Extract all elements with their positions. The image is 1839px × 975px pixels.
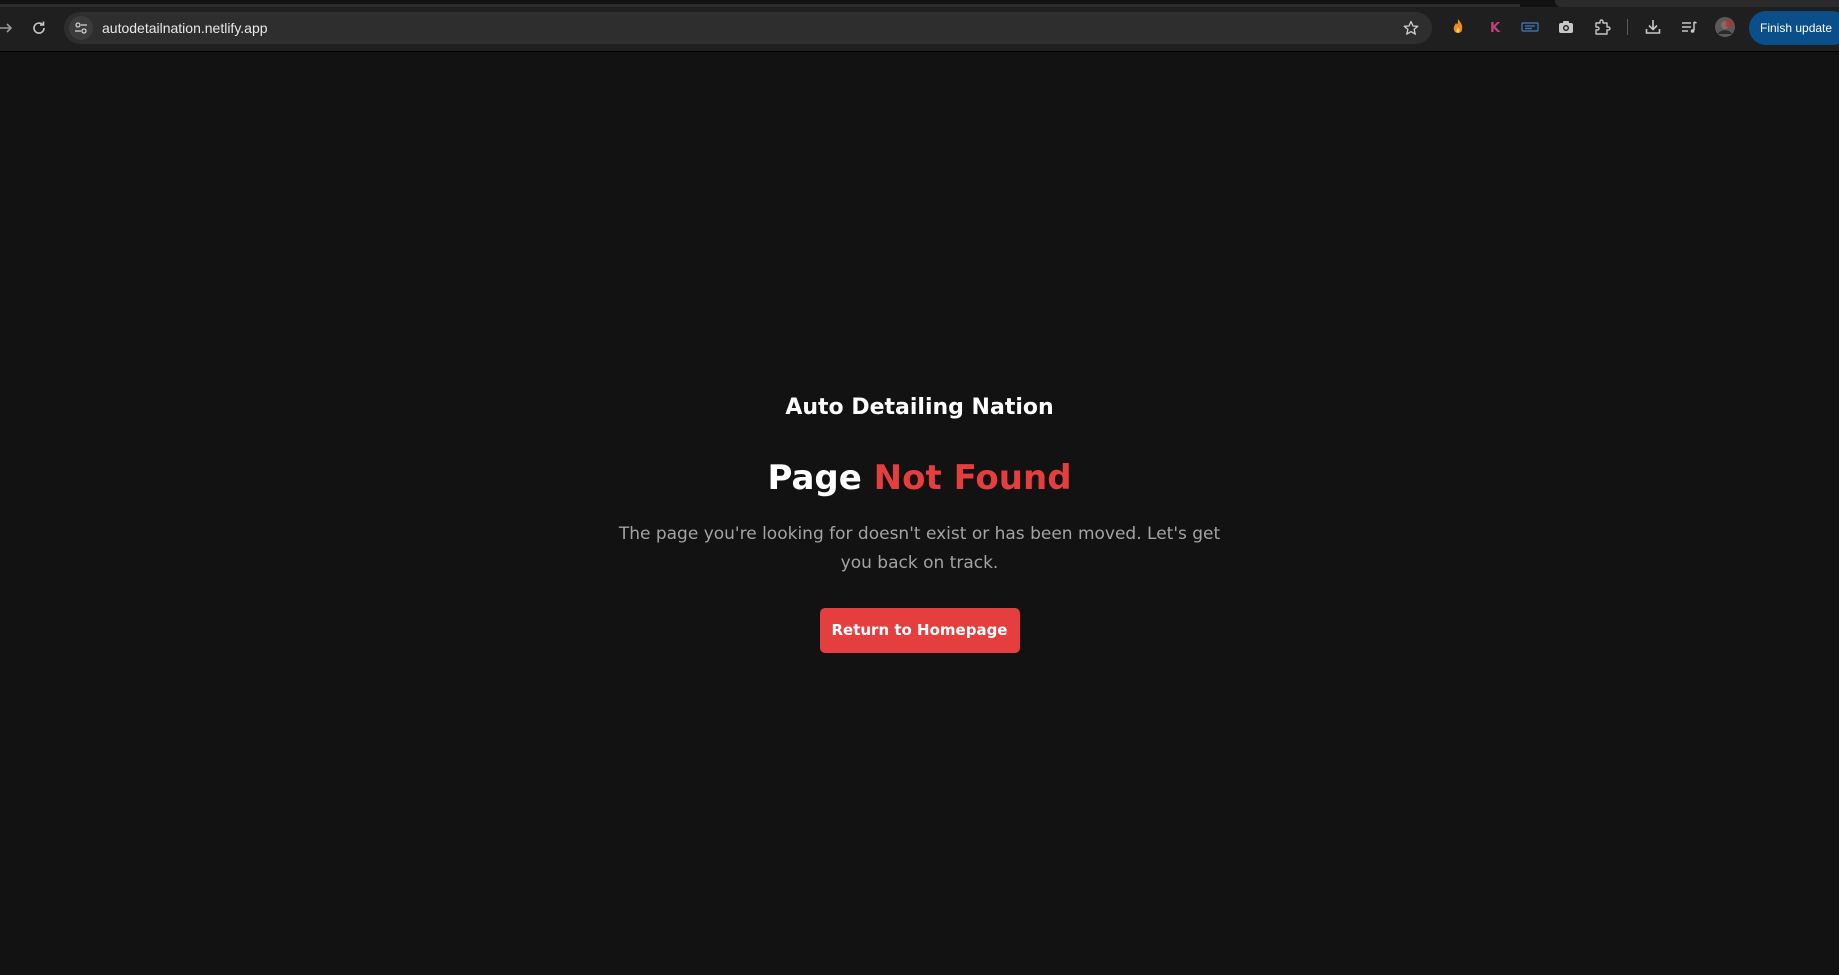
site-info-button[interactable] <box>69 16 93 40</box>
url-text[interactable]: autodetailnation.netlify.app <box>102 20 268 36</box>
reload-button[interactable] <box>25 14 53 42</box>
page-heading: Page Not Found <box>0 456 1839 500</box>
extension-blue-button[interactable] <box>1518 15 1542 39</box>
page-viewport: Auto Detailing Nation Page Not Found The… <box>0 53 1839 975</box>
downloads-button[interactable] <box>1641 15 1665 39</box>
profile-button[interactable] <box>1713 15 1737 39</box>
site-info-icon <box>75 22 87 34</box>
heading-accent: Not Found <box>873 458 1072 498</box>
svg-text:K: K <box>1490 21 1501 36</box>
finish-update-button[interactable]: Finish update <box>1749 11 1839 45</box>
forward-icon <box>0 23 13 33</box>
screenshot-button[interactable] <box>1554 15 1578 39</box>
extension-k-button[interactable]: K <box>1482 15 1506 39</box>
toolbar-divider <box>1627 19 1628 35</box>
tab-strip-edge <box>0 4 1520 7</box>
extension-blue-icon <box>1521 22 1539 32</box>
screenshot-icon <box>1559 21 1573 33</box>
address-bar[interactable]: autodetailnation.netlify.app <box>64 12 1432 44</box>
page-description: The page you're looking for doesn't exis… <box>618 524 1221 573</box>
media-control-button[interactable] <box>1677 15 1701 39</box>
heading-prefix: Page <box>767 458 862 498</box>
tab-strip <box>0 0 1839 7</box>
reload-icon <box>33 21 45 34</box>
browser-toolbar: autodetailnation.netlify.app K Finish up… <box>0 0 1839 52</box>
not-found-panel: Auto Detailing Nation Page Not Found The… <box>0 393 1839 653</box>
bookmark-button[interactable] <box>1400 17 1422 39</box>
forward-button[interactable] <box>0 14 20 42</box>
extensions-button[interactable] <box>1590 15 1614 39</box>
extension-k-icon: K <box>1490 21 1501 36</box>
extension-flame-icon <box>1453 19 1463 33</box>
profile-avatar-icon <box>1715 17 1735 37</box>
download-icon <box>1645 20 1661 34</box>
bookmark-star-icon <box>1403 20 1419 35</box>
return-home-button[interactable]: Return to Homepage <box>819 608 1020 653</box>
extension-flame-button[interactable] <box>1446 15 1470 39</box>
media-queue-icon <box>1682 21 1697 33</box>
brand-title[interactable]: Auto Detailing Nation <box>0 393 1839 423</box>
extensions-puzzle-icon <box>1595 19 1611 35</box>
tab-strip-edge-right <box>1555 0 1839 7</box>
